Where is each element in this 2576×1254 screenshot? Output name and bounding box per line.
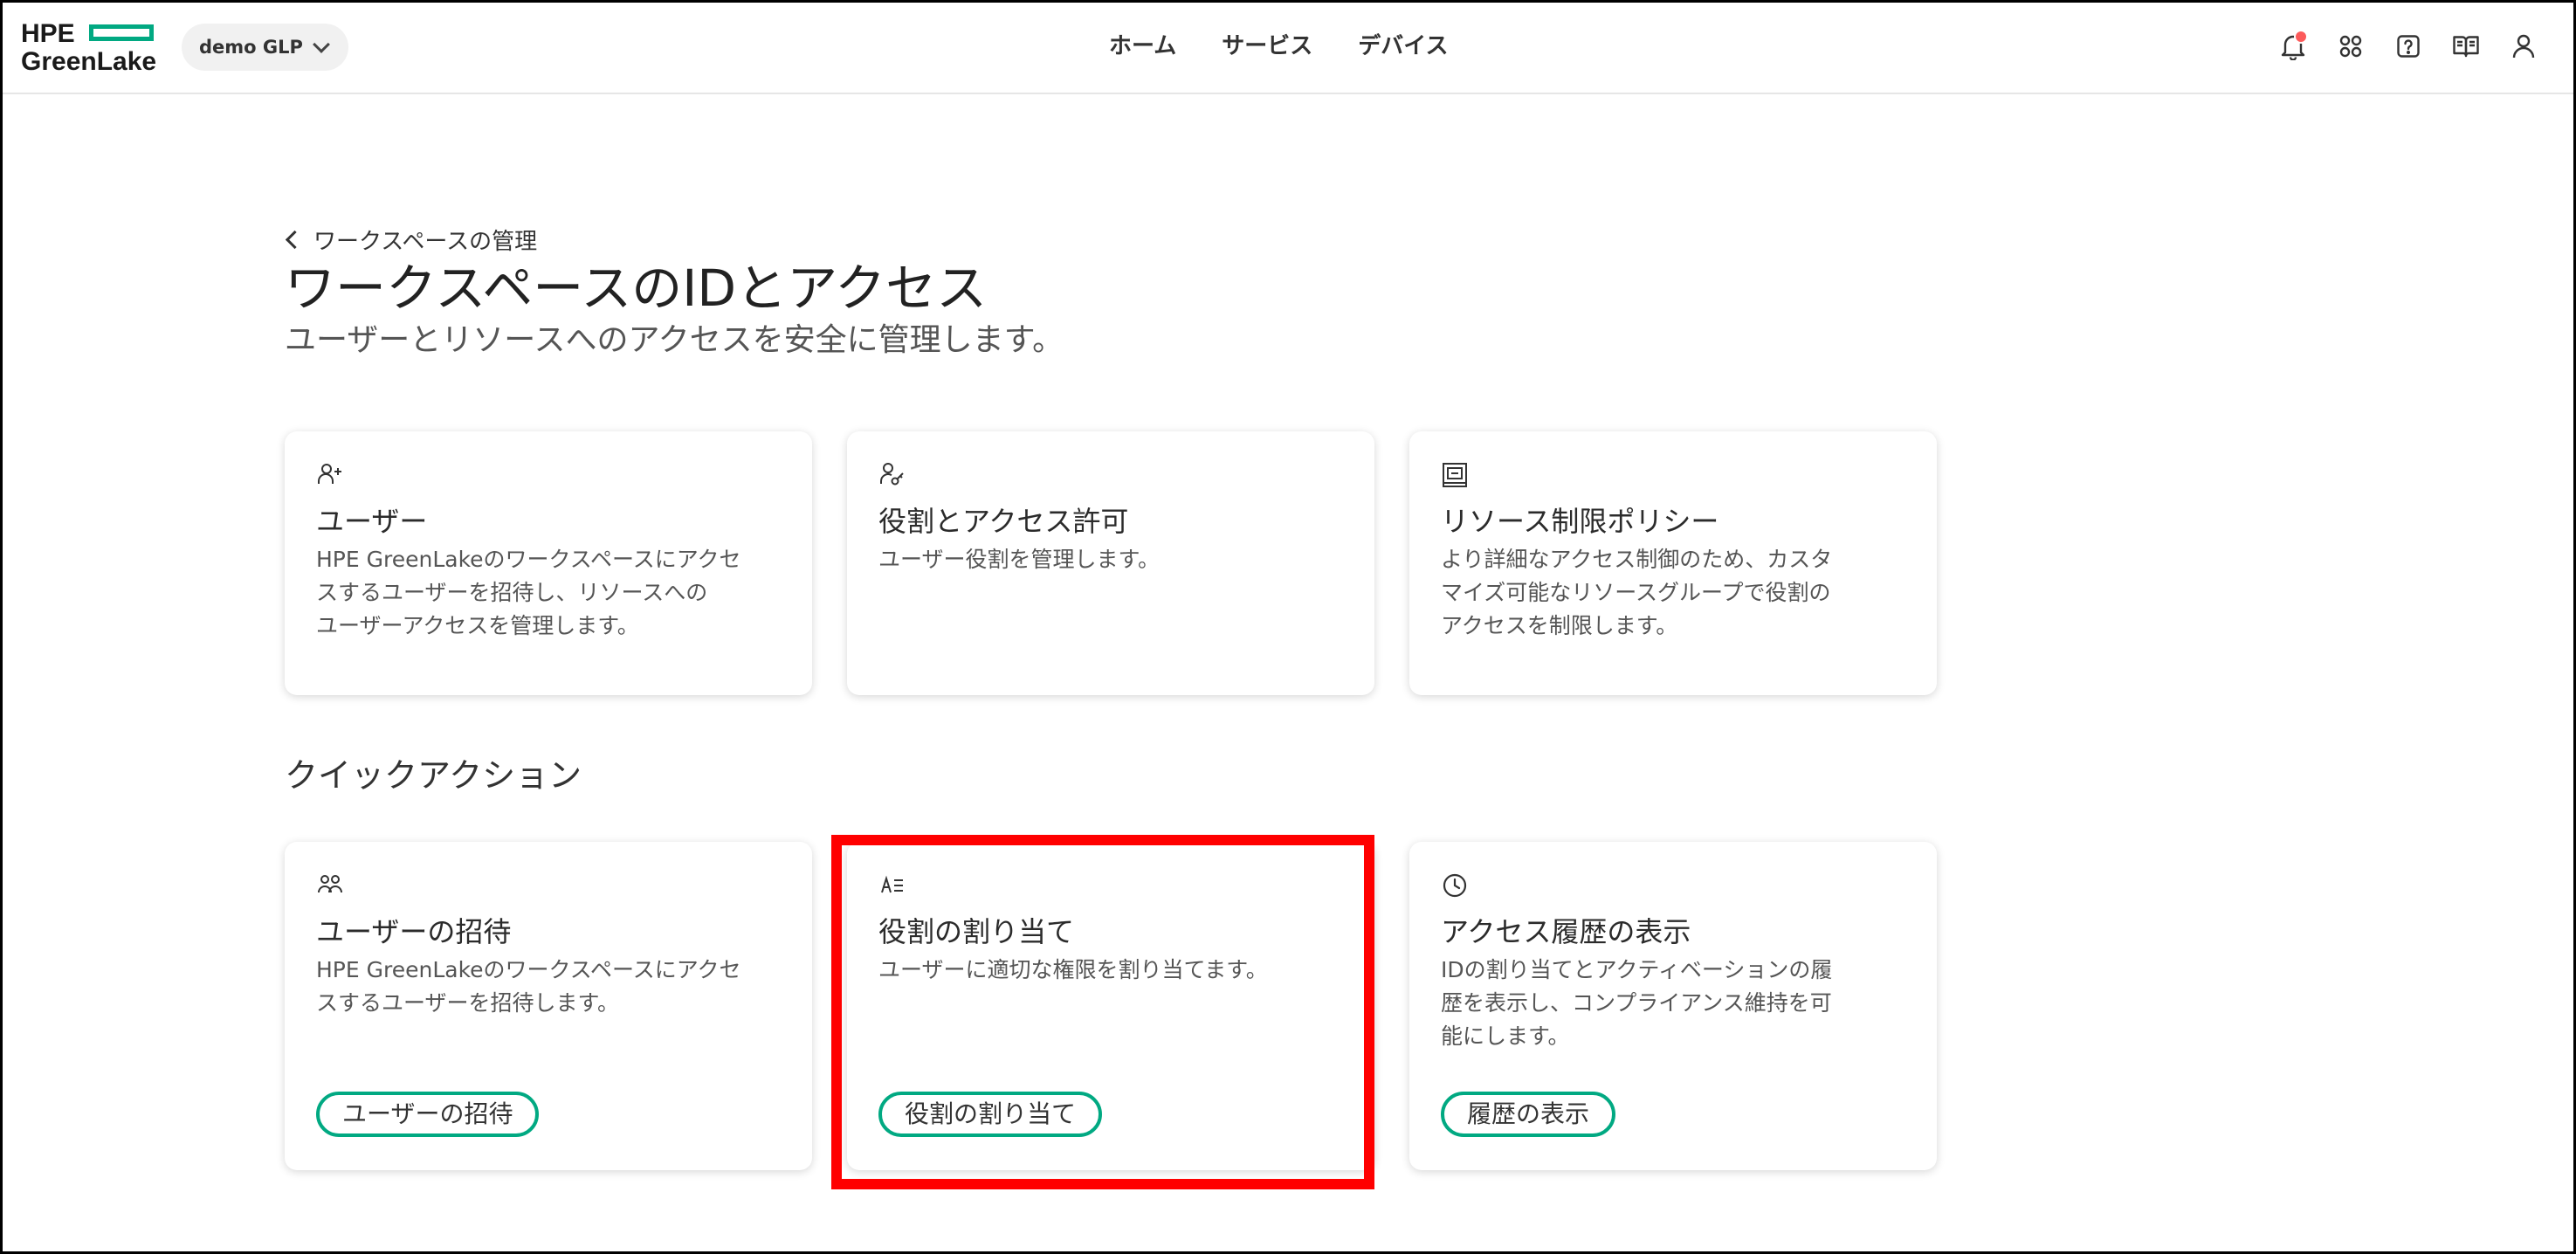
main-nav: ホーム サービス デバイス [1109, 26, 1448, 66]
book-icon [2453, 36, 2479, 58]
view-history-button[interactable]: 履歴の表示 [1441, 1092, 1616, 1137]
card-description-line: IDの割り当てとアクティベーションの履 [1441, 957, 1833, 982]
nav-services[interactable]: サービス [1222, 26, 1312, 66]
card-title: 役割とアクセス許可 [878, 505, 1129, 538]
assign-role-icon [881, 875, 903, 893]
workspace-name: demo GLP [199, 37, 303, 58]
card-title: ユーザー [316, 505, 428, 538]
chevron-down-icon [313, 36, 330, 53]
page-title: ワークスペースのIDとアクセス [285, 258, 988, 318]
workspace-selector[interactable]: demo GLP [182, 24, 348, 71]
apps-grid-icon [2339, 35, 2362, 58]
user-menu-button[interactable] [2506, 26, 2541, 66]
card-description: IDの割り当てとアクティベーションの履 歴を表示し、コンプライアンス維持を可 能… [1441, 954, 1905, 1053]
card-description: ユーザー役割を管理します。 [878, 543, 1343, 576]
user-icon [2512, 34, 2535, 59]
apps-button[interactable] [2333, 26, 2368, 66]
quick-action-assign-role: 役割の割り当て ユーザーに適切な権限を割り当てます。 役割の割り当て [847, 842, 1374, 1170]
card-description-line: ユーザー役割を管理します。 [878, 547, 1161, 572]
back-link-label: ワークスペースの管理 [313, 229, 538, 255]
back-to-workspace-management[interactable]: ワークスペースの管理 [285, 224, 537, 256]
card-description-line: 能にします。 [1441, 1023, 1570, 1049]
card-description-line: アクセスを制限します。 [1441, 613, 1678, 638]
card-description-line: スするユーザーを招待し、リソースへの [316, 580, 708, 605]
user-add-icon [318, 464, 341, 484]
logo-text-greenlake: GreenLake [21, 47, 157, 76]
quick-actions-heading: クイックアクション [285, 756, 582, 795]
card-users[interactable]: ユーザー HPE GreenLakeのワークスペースにアクセ スするユーザーを招… [285, 431, 812, 695]
logo-bar-icon [89, 24, 154, 41]
card-description: HPE GreenLakeのワークスペースにアクセ スするユーザーを招待します。 [316, 954, 781, 1020]
card-description-line: 歴を表示し、コンプライアンス維持を可 [1441, 990, 1832, 1016]
page-subtitle: ユーザーとリソースへのアクセスを安全に管理します。 [285, 322, 1064, 358]
card-description: ユーザーに適切な権限を割り当てます。 [878, 954, 1343, 987]
notification-badge [2294, 30, 2308, 44]
card-title: アクセス履歴の表示 [1441, 915, 1691, 948]
notifications-button[interactable] [2276, 26, 2311, 66]
quick-action-view-history: アクセス履歴の表示 IDの割り当てとアクティベーションの履 歴を表示し、コンプラ… [1409, 842, 1937, 1170]
invite-user-button[interactable]: ユーザーの招待 [316, 1092, 540, 1137]
card-description-line: より詳細なアクセス制御のため、カスタ [1441, 547, 1833, 572]
top-header: HPE GreenLake demo GLP ホーム サービス デバイス [0, 0, 2576, 94]
card-title: リソース制限ポリシー [1441, 505, 1719, 538]
nav-devices[interactable]: デバイス [1358, 26, 1448, 66]
card-description: より詳細なアクセス制御のため、カスタ マイズ可能なリソースグループで役割の アク… [1441, 543, 1905, 643]
nav-home[interactable]: ホーム [1109, 26, 1176, 66]
logo-text-hpe: HPE [21, 19, 75, 48]
card-title: 役割の割り当て [878, 915, 1075, 948]
group-icon [318, 875, 342, 893]
card-description-line: ユーザーアクセスを管理します。 [316, 613, 639, 638]
help-icon [2397, 35, 2420, 58]
user-key-icon [880, 463, 904, 486]
card-roles-permissions[interactable]: 役割とアクセス許可 ユーザー役割を管理します。 [847, 431, 1374, 695]
card-resource-policies[interactable]: リソース制限ポリシー より詳細なアクセス制御のため、カスタ マイズ可能なリソース… [1409, 431, 1937, 695]
card-description-line: HPE GreenLakeのワークスペースにアクセ [316, 547, 741, 572]
card-description: HPE GreenLakeのワークスペースにアクセ スするユーザーを招待し、リソ… [316, 543, 781, 643]
resource-policy-icon [1443, 463, 1467, 487]
header-toolbar [2276, 26, 2541, 66]
quick-action-invite-user: ユーザーの招待 HPE GreenLakeのワークスペースにアクセ スするユーザ… [285, 842, 812, 1170]
clock-icon [1443, 873, 1467, 898]
card-description-line: マイズ可能なリソースグループで役割の [1441, 580, 1831, 605]
hpe-greenlake-logo[interactable]: HPE GreenLake [21, 19, 161, 76]
card-description-line: HPE GreenLakeのワークスペースにアクセ [316, 957, 741, 982]
help-button[interactable] [2391, 26, 2426, 66]
card-title: ユーザーの招待 [316, 915, 512, 948]
chevron-left-icon [285, 230, 305, 250]
card-description-line: ユーザーに適切な権限を割り当てます。 [878, 957, 1268, 982]
assign-role-button[interactable]: 役割の割り当て [878, 1092, 1103, 1137]
documentation-button[interactable] [2449, 26, 2483, 66]
card-description-line: スするユーザーを招待します。 [316, 990, 620, 1016]
